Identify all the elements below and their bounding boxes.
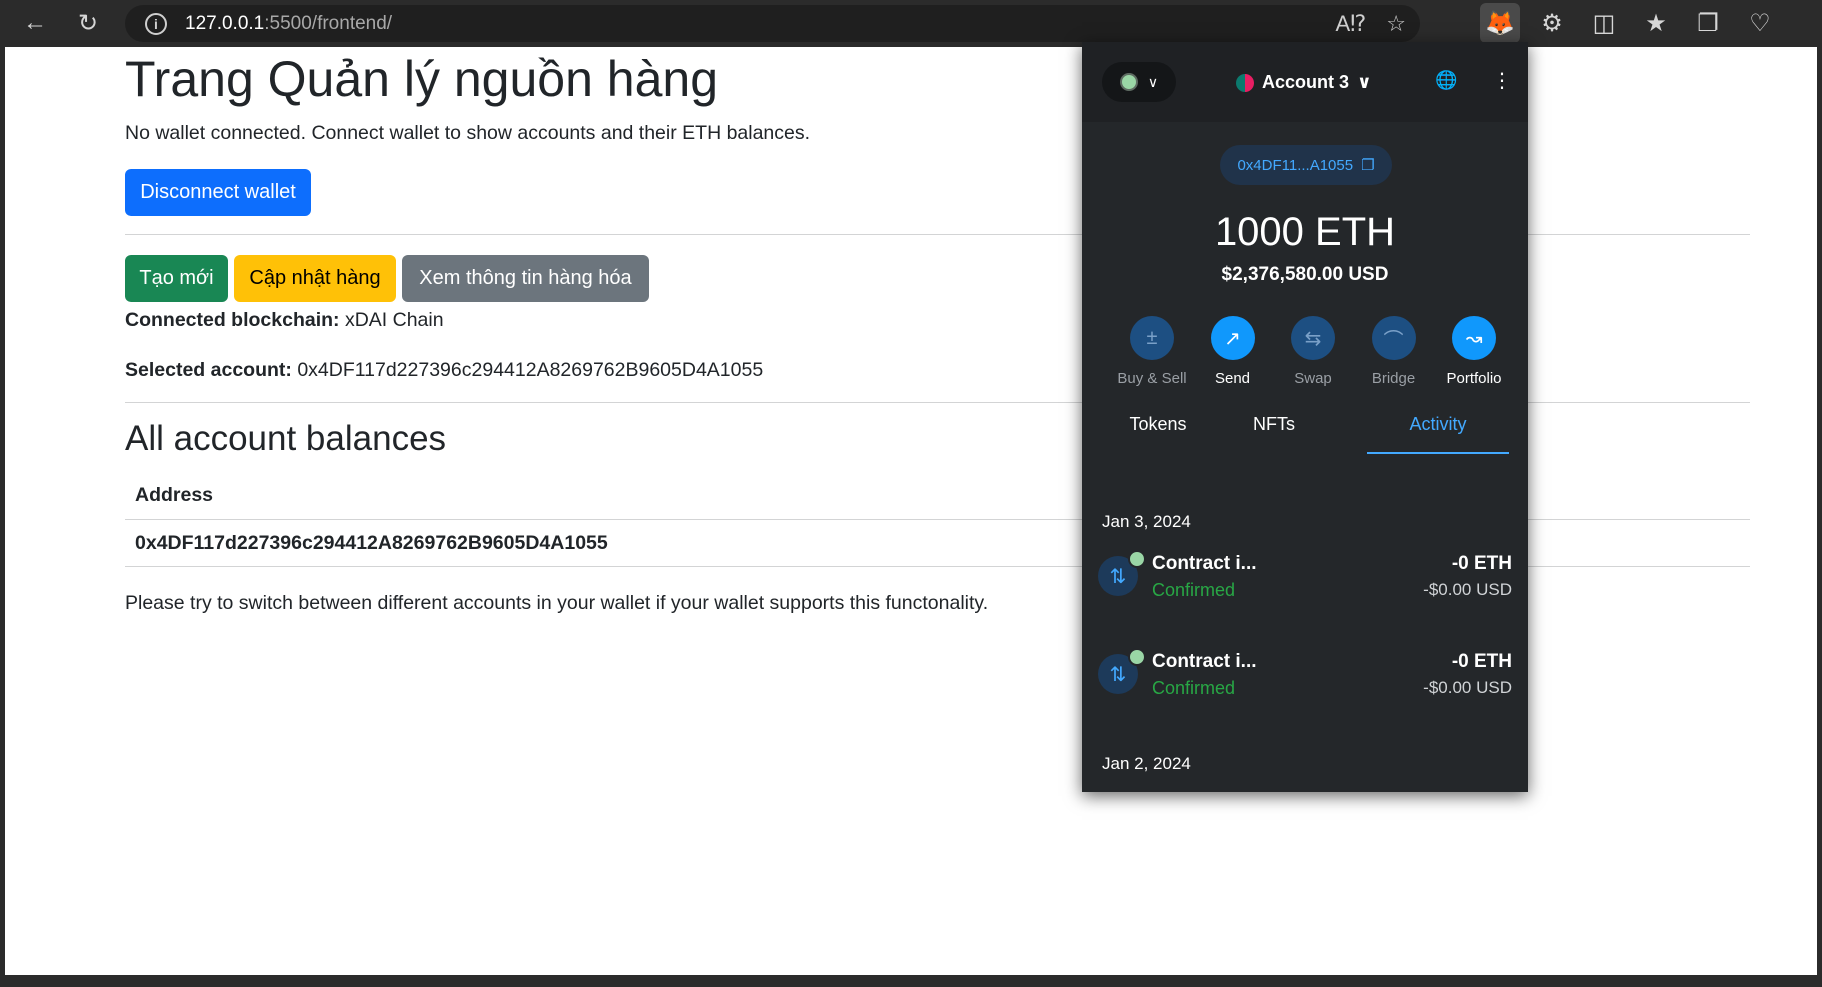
web-page: Trang Quản lý nguồn hàng No wallet conne… xyxy=(5,47,1817,975)
options-menu-icon[interactable]: ⋮ xyxy=(1492,68,1512,93)
update-goods-button[interactable]: Cập nhật hàng xyxy=(234,255,396,302)
connected-sites-icon[interactable]: 🌐 xyxy=(1435,70,1457,91)
tab-nfts[interactable]: NFTs xyxy=(1204,414,1344,435)
activity-date: Jan 2, 2024 xyxy=(1102,754,1191,773)
network-selector[interactable]: ∨ xyxy=(1102,62,1176,102)
url-path: :5500/frontend/ xyxy=(264,12,393,34)
activity-date: Jan 3, 2024 xyxy=(1102,512,1191,531)
view-goods-info-button[interactable]: Xem thông tin hàng hóa xyxy=(402,255,649,302)
collections-icon[interactable]: ❐ xyxy=(1688,3,1728,43)
network-badge-icon xyxy=(1128,550,1146,568)
switch-account-note: Please try to switch between different a… xyxy=(125,592,989,614)
account-selector[interactable]: Account 3 ∨ xyxy=(1236,72,1372,93)
address-bar[interactable]: i 127.0.0.1:5500/frontend/ A⁉ ☆ xyxy=(125,5,1420,42)
plus-minus-icon: ± xyxy=(1130,316,1174,360)
action-label: Swap xyxy=(1294,370,1332,387)
chevron-down-icon: ∨ xyxy=(1147,73,1159,90)
blockchain-value: xDAI Chain xyxy=(344,309,444,331)
browser-essentials-icon[interactable]: ♡ xyxy=(1740,3,1780,43)
eth-balance: 1000 ETH xyxy=(1214,210,1396,254)
url-host: 127.0.0.1 xyxy=(185,12,265,34)
chart-line-icon: ↝ xyxy=(1452,316,1496,360)
wallet-actions: ± Buy & Sell ↗ Send ⇆ Swap ⌒ Bridge ↝ Po… xyxy=(1117,316,1508,387)
chevron-down-icon: ∨ xyxy=(1357,72,1372,92)
copy-address-button[interactable]: 0x4DF11...A1055 ❐ xyxy=(1220,145,1392,185)
buy-sell-button[interactable]: ± Buy & Sell xyxy=(1117,316,1187,387)
extensions-puzzle-icon[interactable]: ⚙ xyxy=(1532,3,1572,43)
tx-usd: -$0.00 USD xyxy=(1423,580,1512,599)
activity-item[interactable]: ⇅ Contract i... Confirmed -0 ETH -$0.00 … xyxy=(1098,550,1512,610)
wallet-tabs: Tokens NFTs Activity xyxy=(1082,414,1528,454)
blockchain-label: Connected blockchain: xyxy=(125,309,340,331)
back-icon[interactable]: ← xyxy=(15,3,55,43)
account-name: Account 3 xyxy=(1262,72,1350,92)
tx-amount: -0 ETH xyxy=(1451,553,1512,574)
page-title: Trang Quản lý nguồn hàng xyxy=(125,51,719,107)
tx-status: Confirmed xyxy=(1152,580,1236,600)
account-label: Selected account: xyxy=(125,359,292,381)
bridge-icon: ⌒ xyxy=(1371,316,1416,360)
balances-heading: All account balances xyxy=(125,419,447,458)
read-aloud-icon[interactable]: A⁉ xyxy=(1335,11,1366,37)
action-label: Portfolio xyxy=(1446,370,1502,387)
usd-balance: $2,376,580.00 USD xyxy=(1221,264,1389,285)
network-badge-icon xyxy=(1128,648,1146,666)
selected-account: Selected account: 0x4DF117d227396c294412… xyxy=(125,359,763,382)
activity-item[interactable]: ⇅ Contract i... Confirmed -0 ETH -$0.00 … xyxy=(1098,648,1512,708)
arrow-up-right-icon: ↗ xyxy=(1210,316,1255,360)
network-icon xyxy=(1119,73,1138,91)
active-tab-indicator xyxy=(1367,452,1509,454)
favorite-star-icon[interactable]: ☆ xyxy=(1386,11,1406,37)
browser-toolbar: ← ↻ i 127.0.0.1:5500/frontend/ A⁉ ☆ 🦊 ⚙ … xyxy=(0,0,1822,47)
bridge-button[interactable]: ⌒ Bridge xyxy=(1360,316,1428,387)
tx-title: Contract i... xyxy=(1152,553,1257,574)
send-button[interactable]: ↗ Send xyxy=(1199,316,1267,387)
address-short: 0x4DF11...A1055 xyxy=(1237,156,1354,174)
action-label: Send xyxy=(1214,370,1251,387)
tx-amount: -0 ETH xyxy=(1451,651,1512,672)
tx-status: Confirmed xyxy=(1152,678,1236,698)
action-label: Buy & Sell xyxy=(1117,370,1187,387)
create-new-button[interactable]: Tạo mới xyxy=(125,255,228,302)
account-avatar xyxy=(1236,73,1254,92)
site-info-icon[interactable]: i xyxy=(145,12,167,35)
tab-activity[interactable]: Activity xyxy=(1368,414,1508,435)
connected-blockchain: Connected blockchain: xDAI Chain xyxy=(125,309,444,332)
split-screen-icon[interactable]: ◫ xyxy=(1584,3,1624,43)
refresh-icon[interactable]: ↻ xyxy=(68,3,108,43)
disconnect-wallet-button[interactable]: Disconnect wallet xyxy=(125,169,311,216)
wallet-status-text: No wallet connected. Connect wallet to s… xyxy=(125,122,811,144)
favorites-icon[interactable]: ★ xyxy=(1636,3,1676,43)
action-label: Bridge xyxy=(1371,370,1416,387)
tx-title: Contract i... xyxy=(1152,651,1257,672)
table-row-address: 0x4DF117d227396c294412A8269762B9605D4A10… xyxy=(135,532,608,554)
table-header-address: Address xyxy=(135,484,214,506)
metamask-popup: ∨ Account 3 ∨ 🌐 ⋮ 0x4DF11...A1055 ❐ 1000… xyxy=(1082,42,1528,792)
portfolio-button[interactable]: ↝ Portfolio xyxy=(1440,316,1508,387)
account-value: 0x4DF117d227396c294412A8269762B9605D4A10… xyxy=(297,359,764,381)
tx-usd: -$0.00 USD xyxy=(1423,678,1512,697)
window-bottom-edge xyxy=(0,975,1822,987)
metamask-extension-icon[interactable]: 🦊 xyxy=(1480,3,1520,43)
copy-icon: ❐ xyxy=(1361,157,1375,174)
swap-arrows-icon: ⇆ xyxy=(1291,316,1335,360)
swap-button[interactable]: ⇆ Swap xyxy=(1279,316,1347,387)
wallet-header: ∨ Account 3 ∨ 🌐 ⋮ xyxy=(1082,42,1528,122)
